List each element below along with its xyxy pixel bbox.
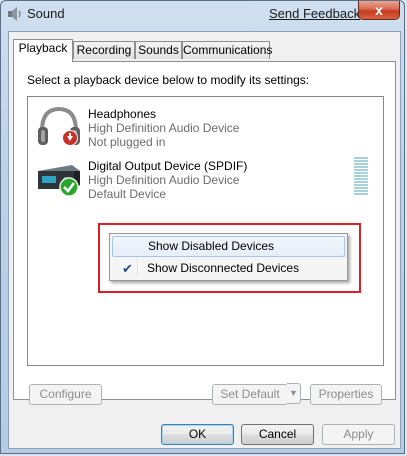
cancel-label: Cancel <box>258 427 297 441</box>
apply-button[interactable]: Apply <box>322 424 395 445</box>
tab-sounds[interactable]: Sounds <box>135 41 182 59</box>
title-bar[interactable]: Sound Send Feedback x <box>1 1 406 29</box>
speaker-icon <box>8 7 21 21</box>
device-item-spdif[interactable]: Digital Output Device (SPDIF) High Defin… <box>28 155 383 203</box>
checkmark-icon: ✔ <box>122 261 133 276</box>
ok-button[interactable]: OK <box>161 424 234 445</box>
context-menu: Show Disabled Devices ✔ Show Disconnecte… <box>109 233 348 281</box>
menu-item-show-disconnected-devices[interactable]: ✔ Show Disconnected Devices <box>112 258 345 279</box>
apply-label: Apply <box>343 427 374 441</box>
volume-level-meter <box>354 157 368 197</box>
tab-recording[interactable]: Recording <box>73 41 135 59</box>
set-default-dropdown-arrow[interactable]: ▼ <box>287 383 301 404</box>
device-item-headphones[interactable]: Headphones High Definition Audio Device … <box>28 103 383 151</box>
set-default-button[interactable]: Set Default <box>212 384 288 405</box>
device-name: Headphones <box>88 107 157 121</box>
send-feedback-link[interactable]: Send Feedback <box>269 6 360 21</box>
cancel-button[interactable]: Cancel <box>241 424 314 445</box>
menu-item-show-disabled-devices[interactable]: Show Disabled Devices <box>112 236 345 257</box>
menu-item-label: Show Disconnected Devices <box>147 261 300 275</box>
close-button[interactable]: x <box>358 1 400 20</box>
close-icon: x <box>375 2 383 18</box>
window-title: Sound <box>27 6 65 21</box>
properties-button[interactable]: Properties <box>310 384 382 405</box>
device-driver: High Definition Audio Device <box>88 173 240 187</box>
ok-label: OK <box>188 427 207 441</box>
tab-playback[interactable]: Playback <box>13 39 73 62</box>
device-name: Digital Output Device (SPDIF) <box>88 159 248 173</box>
menu-item-label: Show Disabled Devices <box>148 239 275 253</box>
device-status: Default Device <box>88 187 167 201</box>
chevron-down-icon: ▼ <box>289 388 298 398</box>
tab-communications[interactable]: Communications <box>182 41 272 59</box>
default-check-icon <box>59 177 79 197</box>
device-driver: High Definition Audio Device <box>88 121 240 135</box>
set-default-label: Set Default <box>220 387 280 401</box>
configure-button[interactable]: Configure <box>29 384 102 405</box>
configure-label: Configure <box>39 387 92 401</box>
properties-label: Properties <box>318 387 374 401</box>
device-status: Not plugged in <box>88 135 166 149</box>
instructions-text: Select a playback device below to modify… <box>27 73 310 87</box>
sound-dialog-window: Sound Send Feedback x Playback Recording… <box>0 0 405 454</box>
unplugged-down-arrow-icon <box>62 130 78 146</box>
